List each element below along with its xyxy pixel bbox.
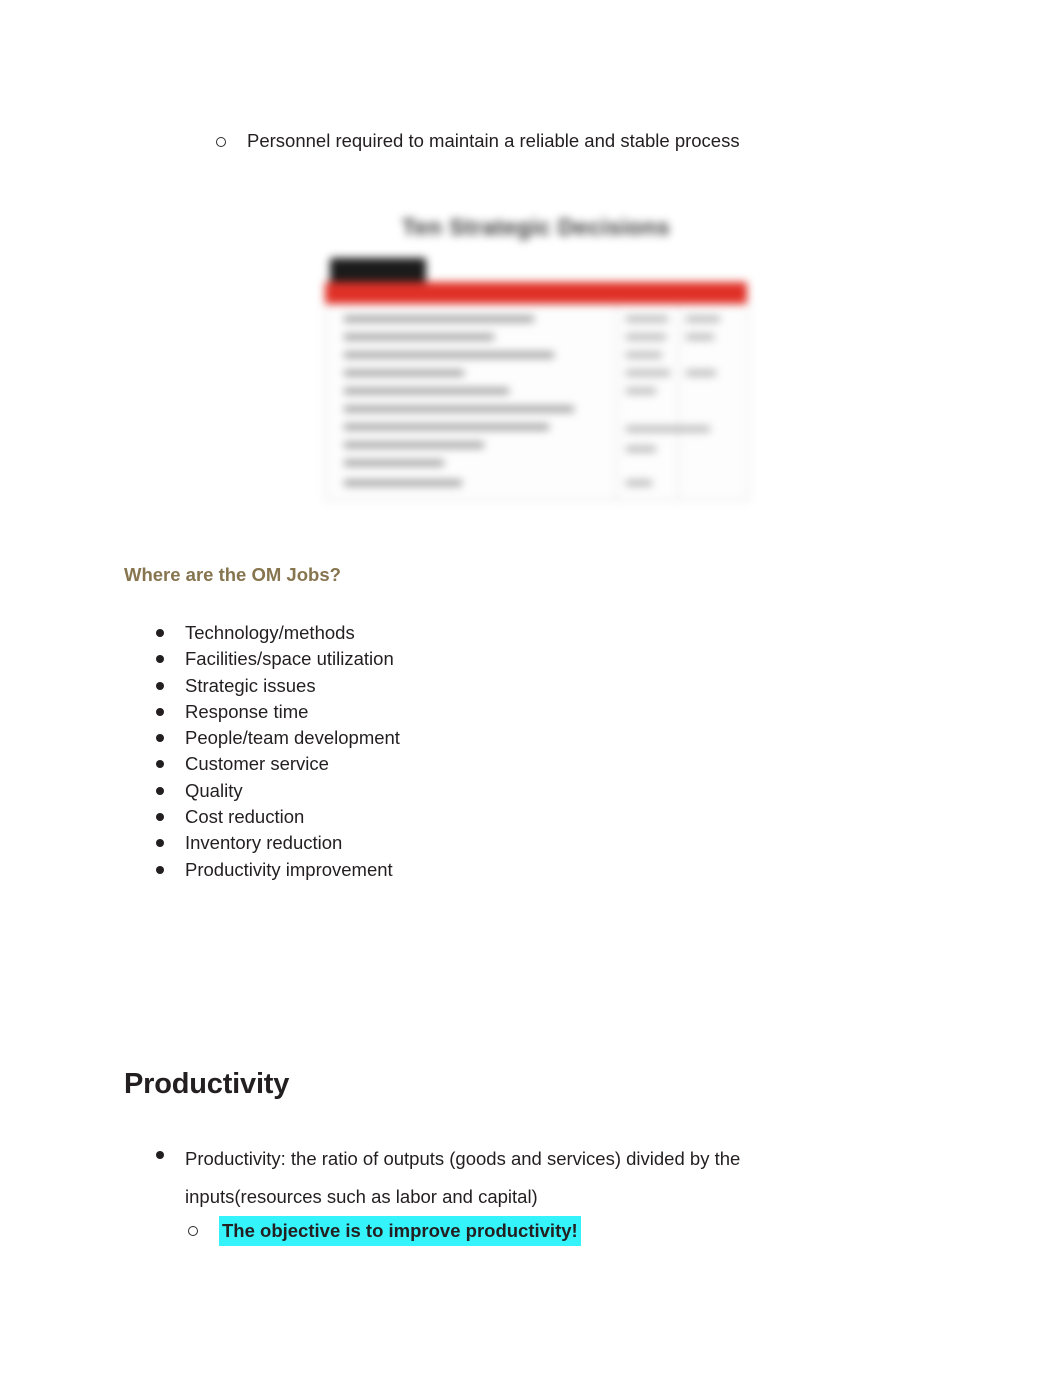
slide-red-band <box>325 282 747 304</box>
disc-bullet-icon <box>156 707 164 716</box>
list-item-label: Facilities/space utilization <box>185 648 394 670</box>
slide-row <box>344 388 509 394</box>
disc-bullet-icon <box>156 865 164 874</box>
sub-bullet-text: Personnel required to maintain a reliabl… <box>247 130 740 151</box>
list-item: Strategic issues <box>124 673 724 699</box>
slide-column-divider <box>616 304 617 500</box>
list-item: Productivity improvement <box>124 857 724 883</box>
slide-row <box>626 316 668 322</box>
slide-row <box>344 406 574 412</box>
disc-bullet-icon <box>156 655 164 664</box>
highlighted-objective-text: The objective is to improve productivity… <box>219 1216 581 1246</box>
slide-row <box>686 334 714 340</box>
disc-bullet-icon <box>156 734 164 743</box>
disc-bullet-icon <box>156 1151 164 1159</box>
list-item: Cost reduction <box>124 804 724 830</box>
list-item: Quality <box>124 778 724 804</box>
slide-row <box>626 334 666 340</box>
slide-row <box>344 316 534 322</box>
slide-row <box>626 426 710 432</box>
list-item-label: Cost reduction <box>185 806 305 828</box>
sub-bullet-personnel: Personnel required to maintain a reliabl… <box>124 128 740 154</box>
slide-row <box>344 460 444 466</box>
list-item: Technology/methods <box>124 620 724 646</box>
om-jobs-heading: Where are the OM Jobs? <box>124 564 341 585</box>
disc-bullet-icon <box>156 839 164 848</box>
disc-bullet-icon <box>156 813 164 822</box>
slide-row <box>344 442 484 448</box>
hollow-circle-bullet-icon <box>188 1226 198 1236</box>
slide-row <box>626 388 656 394</box>
productivity-definition-row: Productivity: the ratio of outputs (good… <box>124 1140 884 1216</box>
list-item: Facilities/space utilization <box>124 646 724 672</box>
disc-bullet-icon <box>156 629 164 637</box>
disc-bullet-icon <box>156 786 164 795</box>
document-page: Personnel required to maintain a reliabl… <box>0 0 1062 1377</box>
slide-row <box>344 370 464 376</box>
disc-bullet-icon <box>156 760 164 769</box>
slide-row <box>344 424 549 430</box>
slide-row <box>686 370 716 376</box>
slide-row <box>626 370 670 376</box>
list-item-label: Strategic issues <box>185 674 316 696</box>
productivity-content: Productivity: the ratio of outputs (good… <box>124 1140 884 1246</box>
slide-row <box>686 316 720 322</box>
productivity-heading: Productivity <box>124 1068 290 1100</box>
ten-strategic-decisions-slide-image: Ten Strategic Decisions <box>322 196 750 506</box>
slide-title: Ten Strategic Decisions <box>401 214 671 240</box>
list-item-label: Productivity improvement <box>185 858 393 880</box>
list-item: People/team development <box>124 725 724 751</box>
slide-row <box>626 446 656 452</box>
list-item-label: Technology/methods <box>185 622 355 643</box>
slide-table-body <box>325 304 749 501</box>
slide-row <box>344 352 554 358</box>
list-item-label: Quality <box>185 779 243 801</box>
hollow-circle-bullet-icon <box>216 137 226 147</box>
slide-column-divider-2 <box>678 304 679 500</box>
list-item: Customer service <box>124 751 724 777</box>
om-jobs-list: Technology/methods Facilities/space util… <box>124 620 724 883</box>
disc-bullet-icon <box>156 681 164 690</box>
list-item: Inventory reduction <box>124 830 724 856</box>
list-item-label: Response time <box>185 700 309 722</box>
slide-row <box>626 480 652 486</box>
list-item: Response time <box>124 699 724 725</box>
slide-row <box>344 334 494 340</box>
productivity-objective-row: The objective is to improve productivity… <box>188 1216 884 1246</box>
list-item-label: Customer service <box>185 753 329 775</box>
productivity-definition-text: Productivity: the ratio of outputs (good… <box>185 1148 741 1207</box>
list-item-label: Inventory reduction <box>185 832 343 854</box>
list-item-label: People/team development <box>185 727 400 749</box>
slide-row <box>344 480 462 486</box>
slide-row <box>626 352 662 358</box>
